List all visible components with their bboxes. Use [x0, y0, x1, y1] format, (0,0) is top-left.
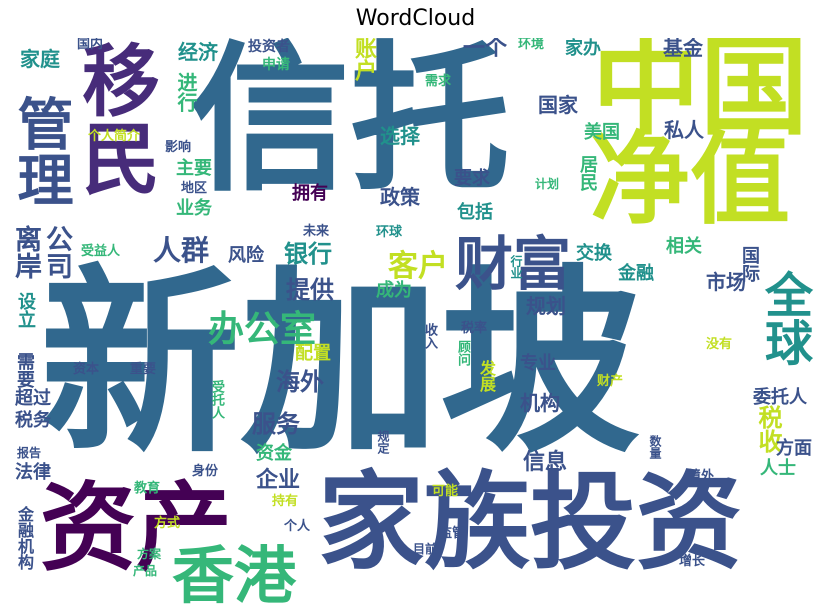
word-10: 管理	[10, 95, 73, 207]
word-13: 客户	[388, 249, 448, 284]
word-26: 经济	[178, 40, 218, 64]
word-75: 环球	[376, 225, 403, 240]
word-62: 金融机构	[15, 506, 34, 570]
word-46: 金融	[618, 263, 654, 284]
word-87: 身份	[192, 464, 219, 479]
word-48: 市场	[706, 270, 746, 294]
word-77: 收入	[422, 323, 437, 349]
word-85: 报告	[17, 446, 42, 460]
word-17: 银行	[284, 240, 332, 268]
word-16: 公司	[41, 225, 72, 279]
word-72: 计划	[535, 177, 560, 191]
word-66: 需求	[425, 74, 452, 89]
word-84: 财产	[597, 374, 624, 389]
word-22: 企业	[256, 468, 301, 493]
word-98: 产品	[133, 564, 158, 578]
word-73: 未来	[303, 224, 330, 239]
word-67: 国内	[77, 38, 104, 52]
word-52: 需要	[14, 352, 35, 388]
word-60: 方面	[776, 438, 812, 459]
word-45: 交换	[576, 243, 612, 264]
word-51: 设立	[15, 292, 36, 328]
word-33: 选择	[380, 124, 420, 148]
word-18: 提供	[286, 276, 334, 304]
word-43: 风险	[228, 245, 264, 266]
word-76: 行业	[509, 255, 523, 279]
word-50: 规划	[526, 294, 566, 318]
word-79: 顾问	[455, 340, 470, 366]
word-78: 税率	[461, 321, 488, 336]
word-8: 香港	[172, 539, 297, 608]
word-64: 投资者	[248, 39, 290, 55]
word-39: 政策	[380, 185, 420, 209]
word-19: 海外	[276, 368, 324, 396]
word-6: 移民	[69, 40, 159, 196]
word-35: 私人	[664, 118, 704, 142]
word-36: 主要	[176, 158, 212, 179]
word-74: 受益人	[81, 244, 121, 259]
word-63: 发展	[477, 360, 496, 392]
word-69: 个人简介	[88, 129, 141, 144]
word-42: 包括	[457, 202, 493, 223]
word-34: 美国	[584, 122, 620, 143]
word-59: 委托人	[753, 387, 807, 408]
word-44: 相关	[666, 236, 702, 257]
word-83: 受托人	[209, 380, 224, 419]
word-55: 法律	[15, 462, 51, 483]
chart-title: WordCloud	[355, 6, 476, 31]
word-27: 进行	[174, 72, 198, 112]
word-30: 家办	[565, 38, 601, 59]
word-41: 居民	[577, 155, 598, 191]
word-56: 配置	[295, 343, 331, 364]
word-97: 方案	[137, 547, 162, 561]
word-92: 可能	[432, 484, 459, 499]
word-61: 人士	[760, 458, 796, 479]
word-cloud: 新加坡 信托 中国 家族投资 净值 移民 资产 香港 财富 管理 全球 办公室 客户 人群 离岸 公司 银行 提供…	[10, 38, 821, 608]
word-53: 超过	[15, 388, 51, 409]
word-88: 数量	[648, 435, 662, 459]
word-70: 影响	[165, 140, 192, 155]
word-38: 拥有	[292, 183, 328, 204]
word-82: 重要	[130, 362, 157, 377]
word-15: 离岸	[10, 225, 41, 279]
word-91: 持有	[272, 494, 299, 509]
word-86: 规定	[376, 430, 390, 454]
word-24: 机构	[520, 391, 560, 415]
word-31: 基金	[663, 38, 703, 60]
word-94: 个人	[284, 519, 311, 534]
word-40: 要求	[454, 168, 490, 189]
word-32: 国家	[538, 93, 578, 117]
word-89: 教育	[134, 481, 161, 496]
word-37: 业务	[176, 198, 212, 219]
word-28: 账户	[351, 38, 376, 81]
word-14: 人群	[153, 234, 210, 267]
word-95: 监管	[439, 526, 466, 541]
word-5: 净值	[590, 121, 790, 238]
word-71: 地区	[181, 181, 208, 196]
word-49: 成为	[376, 280, 412, 301]
word-57: 专业	[520, 353, 556, 374]
word-99: 增长	[679, 554, 706, 569]
word-54: 税务	[15, 410, 51, 431]
word-29: 一个	[463, 38, 508, 61]
word-68: 环境	[518, 38, 545, 52]
word-80: 没有	[706, 337, 733, 352]
word-25: 家庭	[20, 47, 60, 71]
word-90: 境外	[688, 469, 715, 484]
word-96: 目前	[413, 542, 438, 556]
word-58: 资金	[256, 443, 292, 464]
word-81: 资本	[73, 362, 100, 377]
word-93: 方式	[154, 516, 181, 531]
word-11: 全球	[756, 270, 812, 366]
word-23: 信息	[523, 450, 568, 475]
word-20: 服务	[252, 410, 300, 438]
word-65: 申请	[262, 57, 290, 73]
